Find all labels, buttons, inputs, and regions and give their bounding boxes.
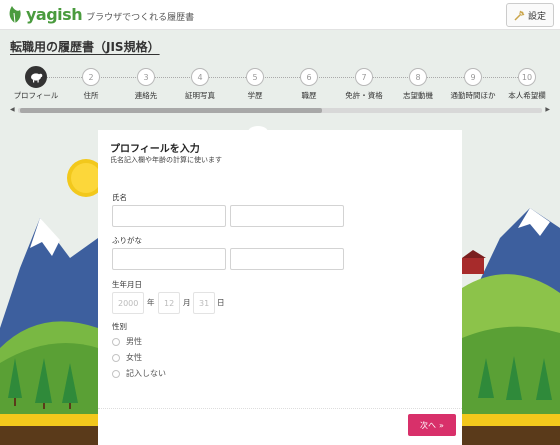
- birth-year-input[interactable]: 2000: [112, 292, 144, 314]
- step-number: 9: [464, 68, 482, 86]
- tagline: ブラウザでつくれる履歴書: [86, 12, 195, 23]
- settings-button[interactable]: 設定: [506, 3, 554, 27]
- profile-form-card: プロフィールを入力 氏名記入欄や年齢の計算に使います 氏名 ふりがな 生年月日 …: [98, 130, 462, 445]
- scrollbar-thumb[interactable]: [20, 108, 322, 113]
- step-number: 3: [137, 68, 155, 86]
- horizontal-scrollbar[interactable]: ◀ ▶: [10, 106, 550, 114]
- next-label: 次へ: [420, 420, 437, 430]
- step-label: 住所: [83, 91, 99, 100]
- step-commute[interactable]: 9 通勤時間ほか: [443, 68, 503, 101]
- first-name-input[interactable]: [230, 205, 344, 227]
- top-bar: yagish ブラウザでつくれる履歴書 設定: [0, 0, 560, 30]
- divider: [98, 408, 462, 409]
- radio-label: 記入しない: [126, 369, 166, 378]
- day-unit: 日: [217, 298, 225, 307]
- gender-option-female[interactable]: 女性: [112, 352, 142, 363]
- radio-button[interactable]: [112, 337, 120, 346]
- settings-label: 設定: [527, 11, 546, 22]
- step-address[interactable]: 2 住所: [61, 68, 121, 101]
- form-subheading: 氏名記入欄や年齢の計算に使います: [110, 156, 222, 164]
- settings-icon: [514, 10, 525, 21]
- gender-label: 性別: [112, 322, 127, 331]
- step-label: 職歴: [301, 91, 317, 100]
- step-label: 証明写真: [185, 91, 215, 100]
- name-label: 氏名: [112, 193, 127, 202]
- step-number: 6: [300, 68, 318, 86]
- step-number: 7: [355, 68, 373, 86]
- step-label: 連絡先: [134, 91, 158, 100]
- birthdate-label: 生年月日: [112, 280, 142, 289]
- page-title: 転職用の履歴書（JIS規格）: [10, 40, 160, 54]
- step-work-history[interactable]: 6 職歴: [279, 68, 339, 101]
- birth-day-input[interactable]: 31: [193, 292, 215, 314]
- step-number: 2: [82, 68, 100, 86]
- next-button[interactable]: 次へ »: [408, 414, 456, 436]
- gender-option-male[interactable]: 男性: [112, 336, 142, 347]
- step-photo[interactable]: 4 証明写真: [170, 68, 230, 101]
- step-navigator: プロフィール 2 住所 3 連絡先 4 証明写真 5 学歴 6 職歴 7 免許・…: [0, 66, 560, 104]
- step-licenses[interactable]: 7 免許・資格: [334, 68, 394, 101]
- scroll-right-icon[interactable]: ▶: [545, 106, 550, 113]
- last-name-furigana-input[interactable]: [112, 248, 226, 270]
- step-label: 本人希望欄: [508, 91, 546, 100]
- first-name-furigana-input[interactable]: [230, 248, 344, 270]
- step-label: プロフィール: [13, 91, 59, 100]
- radio-label: 男性: [126, 337, 142, 346]
- leaf-icon: [9, 6, 21, 24]
- scroll-left-icon[interactable]: ◀: [10, 106, 15, 113]
- step-motivation[interactable]: 8 志望動機: [388, 68, 448, 101]
- year-unit: 年: [147, 298, 155, 307]
- month-unit: 月: [183, 298, 191, 307]
- step-profile[interactable]: プロフィール: [6, 66, 66, 101]
- radio-label: 女性: [126, 353, 142, 362]
- step-number: 10: [518, 68, 536, 86]
- gender-option-unspecified[interactable]: 記入しない: [112, 368, 166, 379]
- radio-button[interactable]: [112, 353, 120, 362]
- step-number: 8: [409, 68, 427, 86]
- step-preferences[interactable]: 10 本人希望欄: [497, 68, 557, 101]
- brand-name: yagish: [26, 4, 83, 24]
- furigana-label: ふりがな: [112, 236, 142, 245]
- form-heading: プロフィールを入力: [110, 144, 200, 155]
- logo[interactable]: yagish ブラウザでつくれる履歴書: [6, 4, 194, 24]
- last-name-input[interactable]: [112, 205, 226, 227]
- step-label: 免許・資格: [345, 91, 383, 100]
- step-number: 5: [246, 68, 264, 86]
- radio-button[interactable]: [112, 369, 120, 378]
- birth-month-input[interactable]: 12: [158, 292, 180, 314]
- sheep-icon: [25, 66, 47, 88]
- step-label: 通勤時間ほか: [450, 91, 496, 100]
- step-education[interactable]: 5 学歴: [225, 68, 285, 101]
- step-label: 学歴: [247, 91, 263, 100]
- step-number: 4: [191, 68, 209, 86]
- step-label: 志望動機: [403, 91, 433, 100]
- double-chevron-right-icon: »: [439, 420, 444, 430]
- step-contact[interactable]: 3 連絡先: [116, 68, 176, 101]
